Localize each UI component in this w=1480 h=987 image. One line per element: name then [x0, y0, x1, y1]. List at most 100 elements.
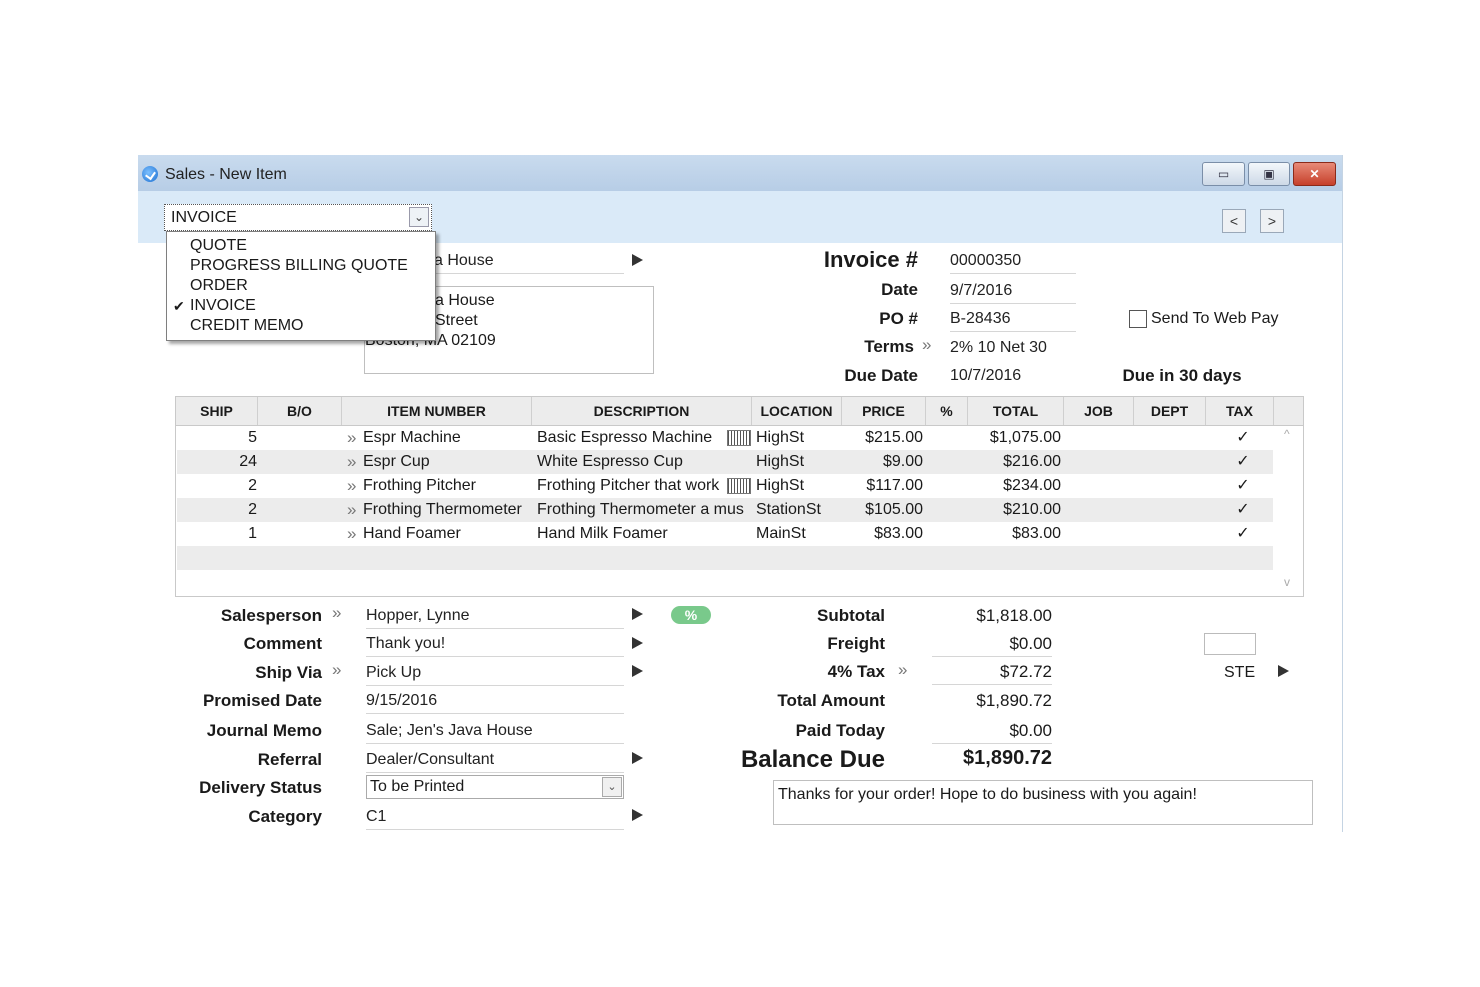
terms-field[interactable]: 2% 10 Net 30 [950, 336, 1076, 360]
location-cell[interactable]: StationSt [756, 498, 842, 522]
total-cell[interactable]: $1,075.00 [963, 426, 1061, 450]
location-cell[interactable]: MainSt [756, 522, 842, 546]
menu-item-credit-memo[interactable]: CREDIT MEMO [167, 316, 433, 336]
salesperson-chevron-icon[interactable]: » [332, 603, 341, 623]
customer-memo-field[interactable]: Thanks for your order! Hope to do busine… [773, 780, 1313, 825]
column-header[interactable]: TAX [1206, 397, 1274, 425]
tax-check-icon[interactable]: ✓ [1213, 474, 1273, 498]
ship-via-chevron-icon[interactable]: » [332, 660, 341, 680]
close-button[interactable]: ✕ [1293, 162, 1336, 186]
item-cell[interactable]: Hand Foamer [363, 522, 535, 546]
table-row-empty[interactable] [177, 546, 1273, 570]
arrow-right-icon[interactable] [632, 637, 643, 649]
ship-cell[interactable]: 2 [177, 474, 257, 498]
paid-today-field[interactable]: $0.00 [932, 718, 1052, 744]
description-cell[interactable]: Basic Espresso Machine [537, 426, 723, 450]
description-cell[interactable]: Hand Milk Foamer [537, 522, 751, 546]
total-cell[interactable]: $216.00 [963, 450, 1061, 474]
freight-tax-code-field[interactable] [1204, 633, 1256, 655]
total-cell[interactable]: $234.00 [963, 474, 1061, 498]
arrow-right-icon[interactable] [1278, 665, 1289, 677]
chevron-down-icon[interactable]: ⌄ [602, 777, 622, 797]
column-header[interactable]: ITEM NUMBER [342, 397, 532, 425]
total-cell[interactable]: $210.00 [963, 498, 1061, 522]
customer-field[interactable]: a House [434, 249, 624, 274]
location-cell[interactable]: HighSt [756, 474, 842, 498]
ship-cell[interactable]: 1 [177, 522, 257, 546]
price-cell[interactable]: $9.00 [843, 450, 923, 474]
column-header[interactable]: PRICE [842, 397, 926, 425]
item-chevron-icon[interactable]: » [347, 498, 363, 522]
po-field[interactable]: B-28436 [950, 307, 1076, 332]
ship-cell[interactable]: 5 [177, 426, 257, 450]
menu-item-order[interactable]: ORDER [167, 276, 433, 296]
item-chevron-icon[interactable]: » [347, 450, 363, 474]
document-type-select[interactable]: INVOICE ⌄ [164, 204, 432, 231]
price-cell[interactable]: $83.00 [843, 522, 923, 546]
total-cell[interactable]: $83.00 [963, 522, 1061, 546]
description-cell[interactable]: White Espresso Cup [537, 450, 751, 474]
arrow-right-icon[interactable] [632, 608, 643, 620]
minimize-button[interactable]: ▭ [1202, 162, 1245, 186]
table-row[interactable]: 2 » Frothing Pitcher Frothing Pitcher th… [177, 474, 1273, 498]
table-row[interactable]: 24 » Espr Cup White Espresso Cup HighSt … [177, 450, 1273, 474]
item-cell[interactable]: Espr Machine [363, 426, 535, 450]
ship-via-field[interactable]: Pick Up [366, 661, 624, 686]
item-cell[interactable]: Espr Cup [363, 450, 535, 474]
percent-badge[interactable]: % [671, 606, 711, 624]
referral-field[interactable]: Dealer/Consultant [366, 748, 624, 773]
send-to-web-pay-checkbox[interactable] [1129, 310, 1147, 328]
item-cell[interactable]: Frothing Pitcher [363, 474, 535, 498]
invoice-number-field[interactable]: 00000350 [950, 249, 1076, 274]
date-field[interactable]: 9/7/2016 [950, 279, 1076, 304]
arrow-right-icon[interactable] [632, 809, 643, 821]
column-header[interactable]: JOB [1064, 397, 1134, 425]
column-header[interactable]: % [926, 397, 968, 425]
scroll-down-icon[interactable]: v [1284, 575, 1290, 589]
menu-item-progress-billing-quote[interactable]: PROGRESS BILLING QUOTE [167, 256, 433, 276]
tax-check-icon[interactable]: ✓ [1213, 450, 1273, 474]
column-header[interactable]: DEPT [1134, 397, 1206, 425]
chevron-down-icon[interactable]: ⌄ [409, 207, 429, 227]
delivery-status-select[interactable]: To be Printed ⌄ [366, 775, 624, 799]
description-cell[interactable]: Frothing Thermometer a mus [537, 498, 751, 522]
location-cell[interactable]: HighSt [756, 450, 842, 474]
item-cell[interactable]: Frothing Thermometer [363, 498, 535, 522]
tax-code-field[interactable]: STE [1224, 664, 1255, 682]
arrow-right-icon[interactable] [632, 665, 643, 677]
journal-memo-field[interactable]: Sale; Jen's Java House [366, 719, 624, 744]
menu-item-quote[interactable]: QUOTE [167, 236, 433, 256]
category-field[interactable]: C1 [366, 805, 624, 830]
column-header[interactable]: DESCRIPTION [532, 397, 752, 425]
due-date-field[interactable]: 10/7/2016 [950, 364, 1076, 388]
item-chevron-icon[interactable]: » [347, 474, 363, 498]
description-cell[interactable]: Frothing Pitcher that work [537, 474, 723, 498]
comment-field[interactable]: Thank you! [366, 632, 624, 657]
price-cell[interactable]: $215.00 [843, 426, 923, 450]
table-row[interactable]: 2 » Frothing Thermometer Frothing Thermo… [177, 498, 1273, 522]
terms-chevron-icon[interactable]: » [922, 335, 931, 355]
item-chevron-icon[interactable]: » [347, 426, 363, 450]
ship-cell[interactable]: 2 [177, 498, 257, 522]
location-cell[interactable]: HighSt [756, 426, 842, 450]
barcode-icon[interactable] [727, 430, 751, 446]
price-cell[interactable]: $105.00 [843, 498, 923, 522]
tax-check-icon[interactable]: ✓ [1213, 522, 1273, 546]
next-record-button[interactable]: > [1260, 209, 1284, 233]
arrow-right-icon[interactable] [632, 254, 643, 266]
ship-cell[interactable]: 24 [177, 450, 257, 474]
send-to-web-pay-label[interactable]: Send To Web Pay [1151, 310, 1279, 328]
menu-item-invoice[interactable]: ✔ INVOICE [167, 296, 433, 316]
barcode-icon[interactable] [727, 478, 751, 494]
price-cell[interactable]: $117.00 [843, 474, 923, 498]
salesperson-field[interactable]: Hopper, Lynne [366, 604, 624, 629]
tax-check-icon[interactable]: ✓ [1213, 426, 1273, 450]
tax-check-icon[interactable]: ✓ [1213, 498, 1273, 522]
table-row[interactable]: 5 » Espr Machine Basic Espresso Machine … [177, 426, 1273, 450]
scroll-up-icon[interactable]: ^ [1284, 427, 1290, 441]
column-header[interactable]: LOCATION [752, 397, 842, 425]
column-header[interactable]: SHIP [176, 397, 258, 425]
maximize-button[interactable]: ▣ [1248, 162, 1290, 186]
previous-record-button[interactable]: < [1222, 209, 1246, 233]
freight-field[interactable]: $0.00 [932, 631, 1052, 657]
